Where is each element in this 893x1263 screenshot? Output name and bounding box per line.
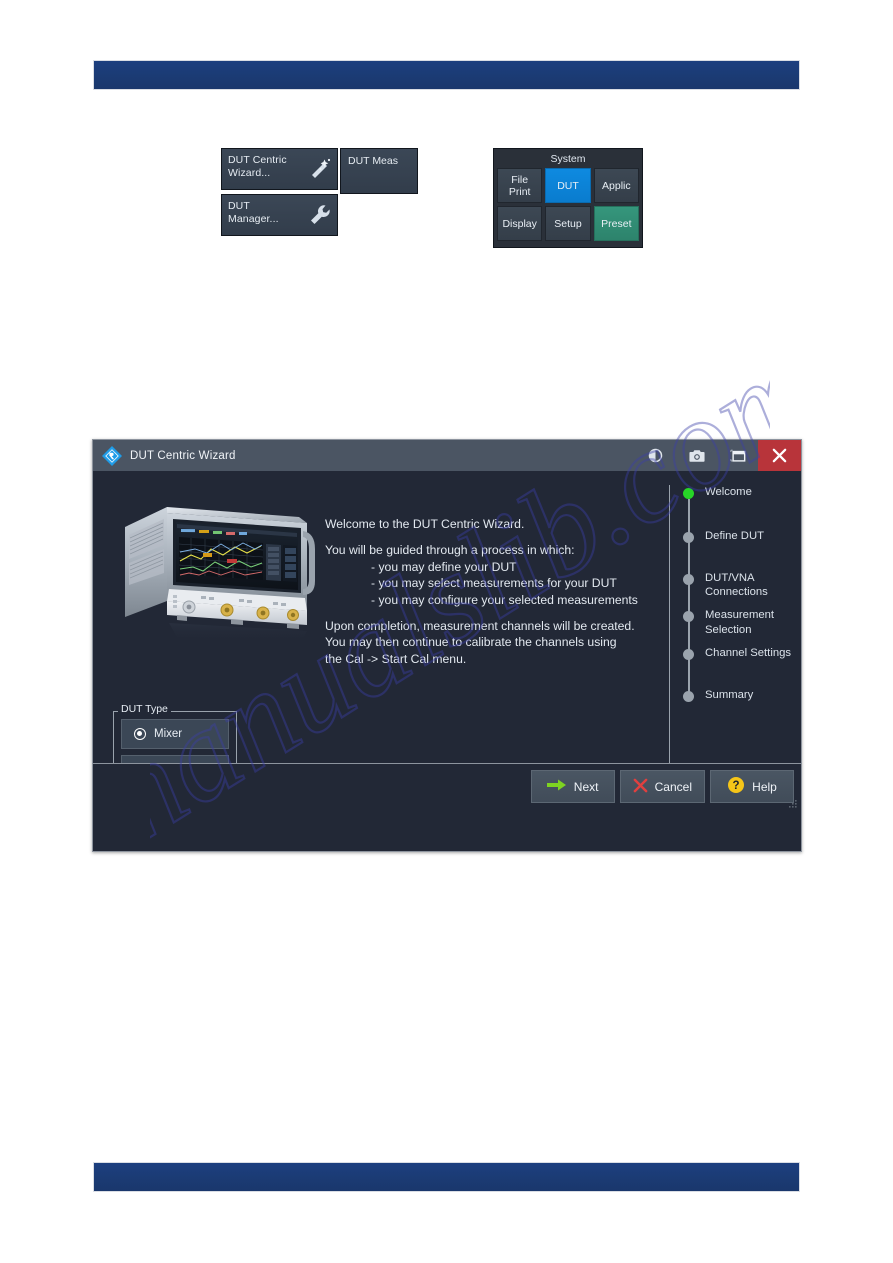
softkey-label-line2: Meas [372,155,398,167]
contrast-icon[interactable] [635,440,676,471]
footer-button-group: Next Cancel ? Help [530,770,794,803]
page-footer-banner [93,1162,800,1192]
welcome-bullet: - you may select measurements for your D… [371,576,617,591]
step-label: Summary [705,688,754,701]
next-button-label: Next [573,779,599,794]
softkey-label-line1: DUT [228,200,250,212]
hardkey-label: File Print [508,173,531,198]
dut-centric-wizard-dialog: DUT Centric Wizard Welcome to the DUT Ce… [92,439,802,852]
wrench-icon [308,203,332,227]
svg-text:?: ? [733,780,740,792]
softkey-dut-meas[interactable]: DUT Meas [340,148,418,194]
softkey-label-line1: DUT [348,155,370,167]
help-button-label: Help [752,779,777,794]
question-mark-icon: ? [727,776,745,797]
page-root: DUT Centric Wizard... DUT Manager... DUT… [0,0,893,1263]
content-divider [669,485,670,785]
camera-icon[interactable] [676,440,717,471]
welcome-outro-line: Upon completion, measurement channels wi… [325,619,635,634]
softkey-column: DUT Centric Wizard... DUT Manager... [221,148,338,236]
page-header-banner [93,60,800,90]
x-mark-icon [633,778,648,796]
dialog-titlebar[interactable]: DUT Centric Wizard [93,440,801,471]
step-bullet-active-icon [683,488,694,499]
arrow-right-icon [546,778,567,795]
titlebar-button-group [635,440,801,471]
welcome-outro-line: the Cal -> Start Cal menu. [325,651,467,666]
hardkey-label: Applic [602,179,631,192]
welcome-intro: You will be guided through a process in … [325,543,575,558]
step-label: Measurement Selection [705,609,775,636]
softkey-dut-centric-wizard[interactable]: DUT Centric Wizard... [221,148,338,190]
welcome-text-block: Welcome to the DUT Centric Wizard. You w… [325,516,735,667]
step-label: DUT/VNA Connections [705,572,768,599]
magic-wand-icon [308,157,332,181]
close-icon[interactable] [758,440,801,471]
hardkey-label: DUT [557,179,579,192]
dut-type-option-label: Mixer [154,728,183,740]
resize-grip-icon[interactable] [788,796,798,808]
softkey-label-line2: Manager... [228,213,279,225]
step-label: Channel Settings [705,646,792,659]
sidebar-item-measurement-selection[interactable]: Measurement Selection [683,608,793,636]
hardkey-file-print[interactable]: File Print [497,168,543,203]
sidebar-item-welcome[interactable]: Welcome [683,485,793,509]
hardkey-setup[interactable]: Setup [545,206,591,241]
sidebar-item-summary[interactable]: Summary [683,688,793,712]
hardkey-dut[interactable]: DUT [545,168,591,203]
system-panel-title: System [550,153,586,165]
welcome-bullet: - you may define your DUT [371,559,517,574]
softkey-label-line1: DUT Centric [228,154,287,166]
step-bullet-icon [683,648,694,660]
hardkey-preset[interactable]: Preset [593,206,639,241]
step-track-line [688,499,690,695]
help-button[interactable]: ? Help [710,770,794,803]
next-button[interactable]: Next [530,770,615,803]
step-bullet-icon [683,690,694,702]
step-bullet-icon [683,532,694,543]
welcome-outro-line: You may then continue to calibrate the c… [325,635,617,650]
step-label: Define DUT [705,530,765,542]
hardkey-applic[interactable]: Applic [593,168,639,203]
softkey-label-line2: Wizard... [228,167,271,179]
dialog-footer: Next Cancel ? Help [93,763,801,808]
instrument-photo [111,489,319,649]
cancel-button[interactable]: Cancel [619,770,705,803]
dialog-title: DUT Centric Wizard [130,449,236,462]
hardkey-label: Display [502,217,537,230]
hardkey-label: Preset [601,217,632,230]
sidebar-item-define-dut[interactable]: Define DUT [683,529,793,553]
cancel-button-label: Cancel [654,779,692,794]
welcome-bullet: - you may configure your selected measur… [371,592,638,607]
dut-type-legend: DUT Type [118,703,171,715]
sidebar-item-dut-vna-connections[interactable]: DUT/VNA Connections [683,571,793,599]
dut-type-option-mixer[interactable]: Mixer [121,719,229,749]
wizard-step-list: Welcome Define DUT DUT/VNA Connections M… [683,485,793,712]
welcome-heading: Welcome to the DUT Centric Wizard. [325,517,525,531]
rohde-schwarz-logo-icon [102,445,122,466]
system-button-grid: File Print DUT Applic Display Setup Prese… [497,168,639,241]
hardkey-display[interactable]: Display [497,206,543,241]
system-hardkey-panel: System File Print DUT Applic Display Setu… [493,148,643,248]
hardkey-label: Setup [554,217,582,230]
restore-window-icon[interactable] [717,440,758,471]
step-bullet-icon [683,574,694,585]
softkey-dut-manager[interactable]: DUT Manager... [221,194,338,236]
sidebar-item-channel-settings[interactable]: Channel Settings [683,646,793,670]
radio-selected-icon [134,728,146,740]
dialog-body: Welcome to the DUT Centric Wizard. You w… [93,471,801,808]
step-bullet-icon [683,611,694,623]
step-label: Welcome [705,486,752,498]
